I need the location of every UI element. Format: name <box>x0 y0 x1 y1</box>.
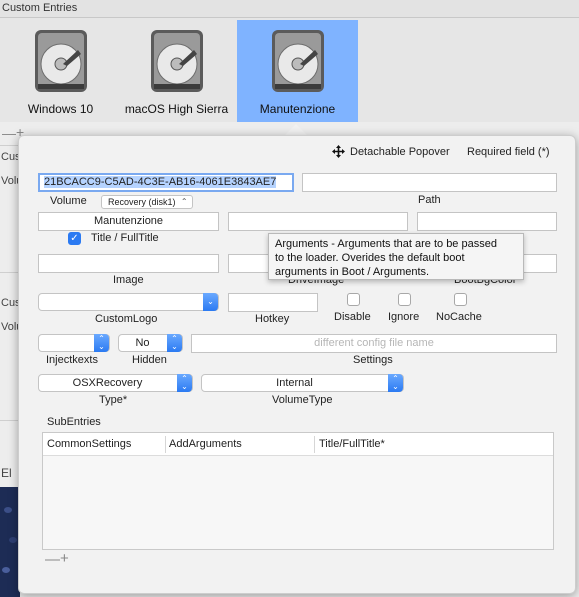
ignore-label: Ignore <box>388 311 420 323</box>
column-header-addarguments[interactable]: AddArguments <box>169 438 242 450</box>
section-header: Custom Entries <box>0 0 579 18</box>
title-fulltitle-label: Title / FullTitle <box>91 232 159 244</box>
path-field[interactable] <box>302 173 557 192</box>
settings-field[interactable]: different config file name <box>191 334 557 353</box>
tooltip-line: to the loader. Overides the default boot <box>275 252 465 264</box>
move-arrows-icon[interactable] <box>332 145 345 158</box>
title-fulltitle-checkbox[interactable]: ✓ <box>68 232 81 245</box>
entry-label: Manutenzione <box>259 102 336 116</box>
entry-label: macOS High Sierra <box>124 102 229 116</box>
disable-checkbox[interactable] <box>347 293 360 306</box>
image-field[interactable] <box>38 254 219 273</box>
table-header: CommonSettings AddArguments Title/FullTi… <box>43 433 553 456</box>
subentries-label: SubEntries <box>47 416 101 428</box>
volumetype-value: Internal <box>276 377 313 389</box>
hotkey-label: Hotkey <box>255 313 290 325</box>
hidden-value: No <box>135 337 150 349</box>
hidden-popup[interactable]: No ⌃ ⌄ <box>118 334 183 352</box>
settings-placeholder: different config file name <box>314 337 434 349</box>
type-value: OSXRecovery <box>72 377 143 389</box>
entry-manutenzione[interactable]: Manutenzione <box>237 20 358 122</box>
injectkexts-label: Injectkexts <box>46 354 98 366</box>
arguments-field[interactable] <box>228 212 408 231</box>
nocache-label: NoCache <box>436 311 482 323</box>
bg-remove-button[interactable]: — <box>2 125 16 141</box>
column-separator <box>314 436 315 453</box>
remove-subentry-button[interactable]: — <box>45 551 60 568</box>
divider <box>0 145 20 146</box>
add-subentry-button[interactable]: + <box>60 550 69 567</box>
nocache-checkbox[interactable] <box>454 293 467 306</box>
tooltip-line: arguments in Boot / Arguments. <box>275 266 430 278</box>
title-value: Manutenzione <box>93 215 164 227</box>
entries-strip: Windows 10 macOS High Sierra Manutenzion… <box>0 18 579 122</box>
chevron-updown-icon: ⌃ ⌄ <box>94 334 109 352</box>
hard-disk-icon <box>272 30 324 92</box>
bg-cut-label: El <box>1 466 12 480</box>
volume-popup[interactable]: Recovery (disk1) ⌃ <box>101 195 193 209</box>
volume-selected: Recovery (disk1) <box>108 197 176 207</box>
section-title: Custom Entries <box>2 2 78 14</box>
customlogo-label: CustomLogo <box>95 313 158 325</box>
ignore-checkbox[interactable] <box>398 293 411 306</box>
required-field-label: Required field (*) <box>467 146 550 158</box>
volume-label: Volume <box>50 195 87 207</box>
title-field[interactable]: Manutenzione <box>38 212 219 231</box>
column-separator <box>165 436 166 453</box>
detachable-popover-label: Detachable Popover <box>350 146 450 158</box>
hotkey-field[interactable] <box>228 293 318 312</box>
divider <box>0 272 20 273</box>
column-header-title-fulltitle[interactable]: Title/FullTitle* <box>319 438 385 450</box>
hard-disk-icon <box>151 30 203 92</box>
column-header-commonsettings[interactable]: CommonSettings <box>47 438 131 450</box>
desktop-wallpaper <box>0 487 20 597</box>
uuid-field[interactable]: 21BCACC9-C5AD-4C3E-AB16-4061E3843AE7 <box>38 173 294 192</box>
chevron-updown-icon: ⌃ ⌄ <box>388 374 403 392</box>
loader-field[interactable] <box>417 212 557 231</box>
type-label: Type* <box>99 394 128 406</box>
uuid-value: 21BCACC9-C5AD-4C3E-AB16-4061E3843AE7 <box>44 176 277 188</box>
path-label: Path <box>418 194 441 206</box>
subentries-table[interactable]: CommonSettings AddArguments Title/FullTi… <box>42 432 554 550</box>
settings-label: Settings <box>353 354 393 366</box>
tooltip-line: Arguments - Arguments that are to be pas… <box>275 238 497 250</box>
volumetype-popup[interactable]: Internal ⌃ ⌄ <box>201 374 404 392</box>
disable-label: Disable <box>334 311 371 323</box>
hard-disk-icon <box>35 30 87 92</box>
image-label: Image <box>113 274 144 286</box>
type-popup[interactable]: OSXRecovery ⌃ ⌄ <box>38 374 193 392</box>
chevron-down-icon: ⌄ <box>203 293 218 311</box>
entry-macos-high-sierra[interactable]: macOS High Sierra <box>116 20 237 122</box>
entry-label: Windows 10 <box>27 102 94 116</box>
arguments-tooltip: Arguments - Arguments that are to be pas… <box>268 233 524 280</box>
customlogo-popup[interactable]: ⌄ <box>38 293 219 311</box>
chevron-updown-icon: ⌃ <box>180 197 188 206</box>
chevron-updown-icon: ⌃ ⌄ <box>167 334 182 352</box>
volumetype-label: VolumeType <box>272 394 333 406</box>
hidden-label: Hidden <box>132 354 167 366</box>
divider <box>0 420 20 421</box>
injectkexts-popup[interactable]: ⌃ ⌄ <box>38 334 110 352</box>
entry-windows-10[interactable]: Windows 10 <box>0 20 121 122</box>
chevron-updown-icon: ⌃ ⌄ <box>177 374 192 392</box>
